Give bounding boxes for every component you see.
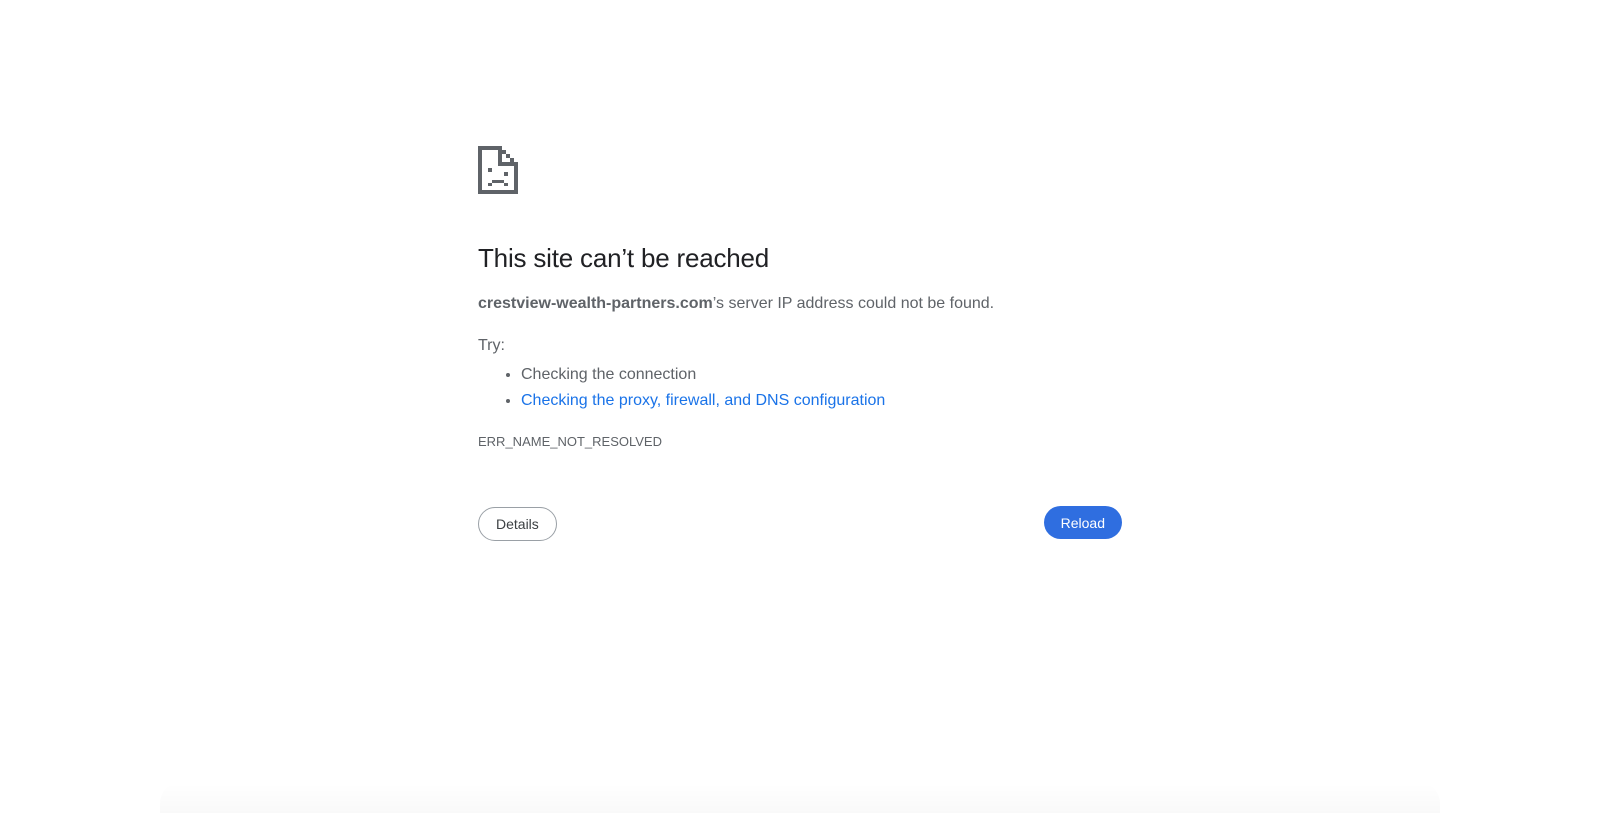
reload-button[interactable]: Reload — [1043, 506, 1122, 539]
suggestion-check-connection: Checking the connection — [521, 366, 697, 383]
try-label: Try: — [478, 337, 505, 354]
details-button[interactable]: Details — [478, 507, 557, 541]
page-title: This site can’t be reached — [478, 243, 770, 273]
error-summary: crestview-wealth-partners.com’s server I… — [478, 294, 1122, 314]
button-row: Details Reload — [478, 506, 1122, 542]
bottom-shadow — [160, 783, 1440, 813]
failed-domain: crestview-wealth-partners.com — [478, 295, 713, 312]
suggestions-list: Checking the connection Checking the pro… — [478, 362, 1122, 414]
error-content: This site can’t be reached crestview-wea… — [478, 146, 1122, 542]
sad-page-icon — [478, 146, 1122, 194]
suggestion-proxy-firewall-dns-link[interactable]: Checking the proxy, firewall, and DNS co… — [521, 392, 885, 409]
error-page: This site can’t be reached crestview-wea… — [0, 0, 1600, 813]
suggestion-item[interactable]: Checking the proxy, firewall, and DNS co… — [521, 388, 1122, 414]
error-code: ERR_NAME_NOT_RESOLVED — [478, 434, 662, 449]
suggestion-item: Checking the connection — [521, 362, 1122, 388]
error-summary-text: ’s server IP address could not be found. — [712, 295, 995, 312]
